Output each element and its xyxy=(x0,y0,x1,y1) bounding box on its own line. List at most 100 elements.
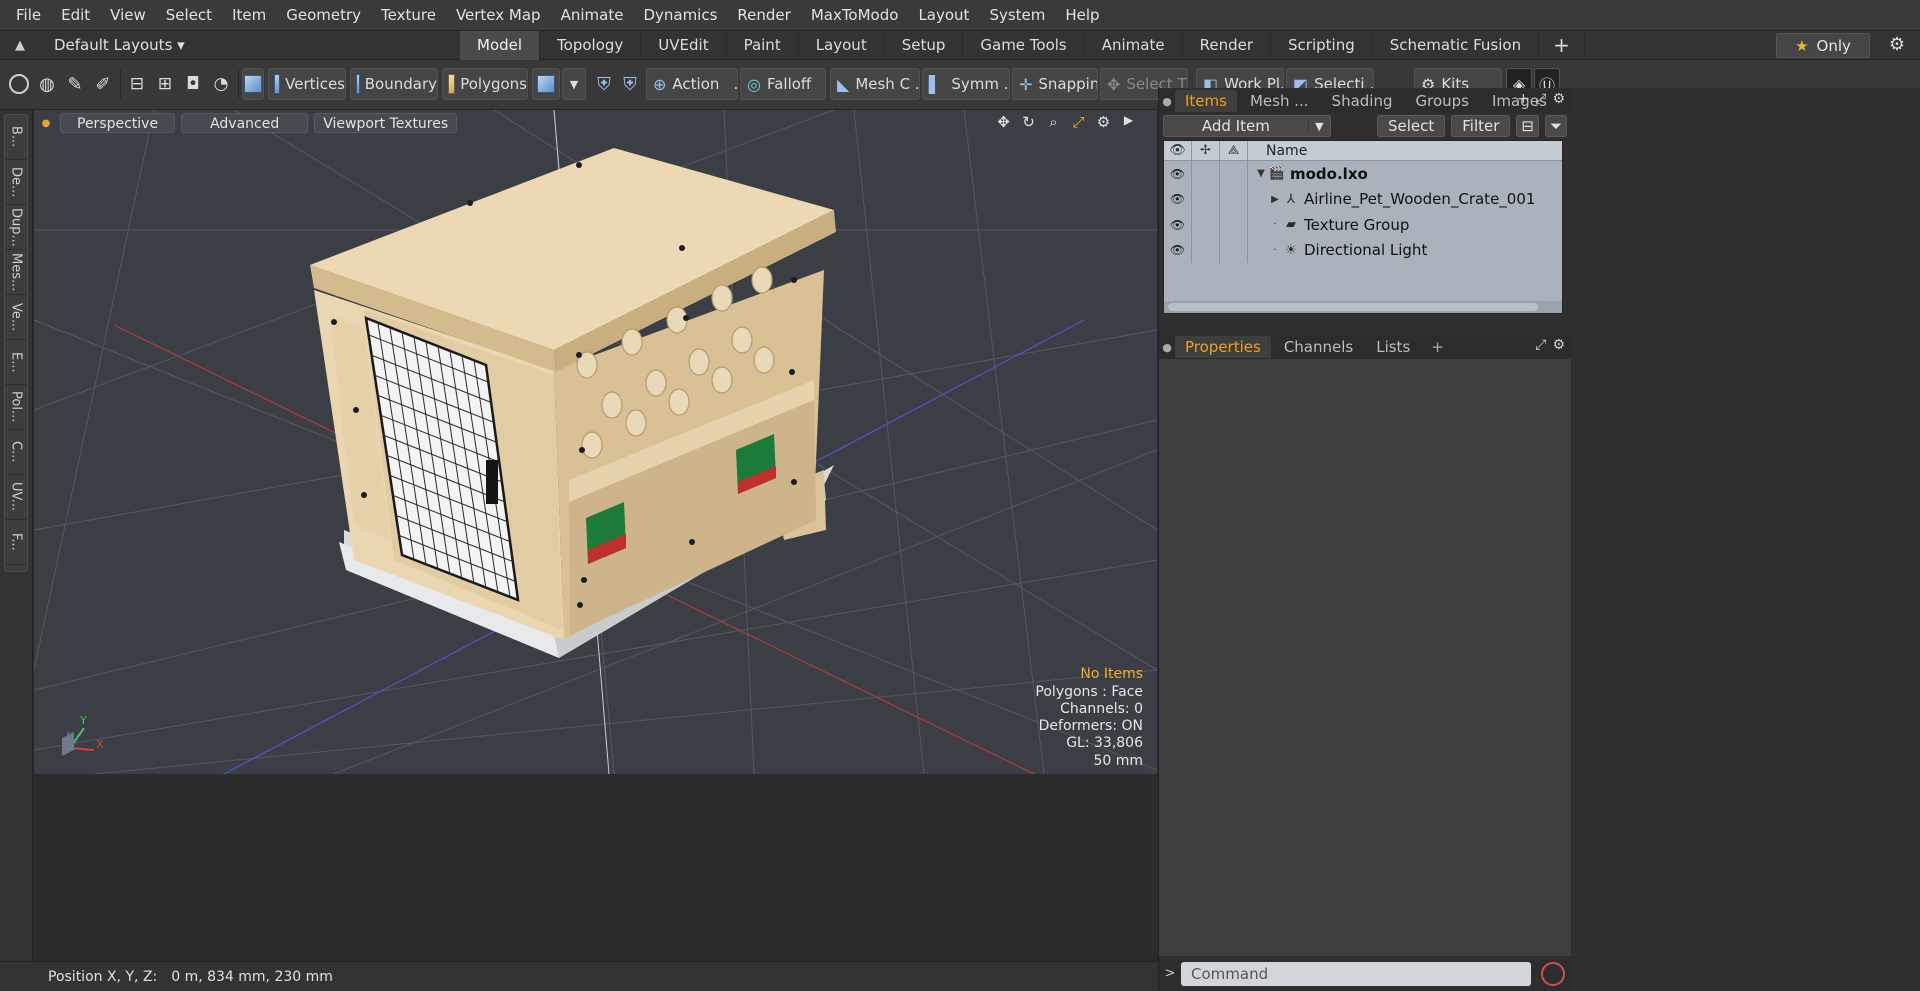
properties-settings-gear-icon[interactable]: ⚙ xyxy=(1552,337,1565,353)
lock-column-icon[interactable]: ✢ xyxy=(1192,141,1220,160)
vertices-mode-button[interactable]: Vertices xyxy=(268,68,346,100)
viewport-expand-arrow-icon[interactable]: ▶ xyxy=(1120,113,1137,131)
lock-cell[interactable] xyxy=(1192,186,1220,212)
only-toggle-button[interactable]: ★ Only xyxy=(1776,33,1870,58)
menu-system[interactable]: System xyxy=(979,0,1055,31)
tab-properties[interactable]: Properties xyxy=(1175,336,1271,358)
visibility-eye-icon[interactable]: 👁 xyxy=(1164,237,1192,263)
select-circle-tool-button[interactable] xyxy=(6,68,32,100)
left-tool-tab[interactable]: B... xyxy=(5,115,27,160)
rotate-view-icon[interactable]: ↻ xyxy=(1020,113,1037,131)
viewport-settings-gear-icon[interactable]: ⚙ xyxy=(1095,113,1112,131)
record-macro-icon[interactable] xyxy=(1541,961,1565,986)
left-tool-tab[interactable]: C... xyxy=(5,430,27,475)
left-tool-tab[interactable]: Mes... xyxy=(5,250,27,295)
shield-tool-button[interactable]: ⛨ xyxy=(592,68,616,100)
falloff-button[interactable]: ◎ Falloff xyxy=(740,68,826,100)
advanced-button[interactable]: Advanced xyxy=(181,113,309,133)
items-panel-menu-dot-icon[interactable]: ● xyxy=(1159,95,1175,108)
tab-animate[interactable]: Animate xyxy=(1085,30,1183,60)
grid-tool-button[interactable]: ⊞ xyxy=(152,68,178,100)
zoom-view-icon[interactable]: ⌕ xyxy=(1045,113,1062,131)
menu-dynamics[interactable]: Dynamics xyxy=(633,0,727,31)
tab-shading[interactable]: Shading xyxy=(1322,90,1403,112)
pen-tool-button[interactable]: ✎ xyxy=(62,68,88,100)
lock-cell[interactable] xyxy=(1192,237,1220,263)
tab-mesh[interactable]: Mesh ... xyxy=(1240,90,1319,112)
shield-ball-tool-button[interactable]: ⛨ xyxy=(618,68,642,100)
add-item-dropdown[interactable]: Add Item ▼ xyxy=(1163,115,1331,137)
menu-animate[interactable]: Animate xyxy=(551,0,634,31)
rotate-tool-button[interactable]: ◔ xyxy=(208,68,234,100)
boundary-mode-button[interactable]: Boundary xyxy=(350,68,438,100)
list-item[interactable]: 👁 · ☀ Directional Light xyxy=(1164,237,1562,263)
tab-channels[interactable]: Channels xyxy=(1274,336,1363,358)
scrollbar-thumb[interactable] xyxy=(1168,303,1538,311)
polygons-mode-button[interactable]: Polygons xyxy=(442,68,528,100)
viewport-menu-dot-icon[interactable]: ● xyxy=(38,118,54,129)
mesh-constraint-button[interactable]: ◣ Mesh C ... xyxy=(830,68,920,100)
collapse-arrow-icon[interactable]: ▲ xyxy=(0,38,40,53)
tab-topology[interactable]: Topology xyxy=(540,30,642,60)
viewport-textures-button[interactable]: Viewport Textures xyxy=(314,113,458,133)
properties-panel-menu-dot-icon[interactable]: ● xyxy=(1159,341,1175,354)
select-button[interactable]: Select xyxy=(1376,115,1446,137)
left-tool-tab[interactable]: UV... xyxy=(5,475,27,520)
menu-render[interactable]: Render xyxy=(727,0,800,31)
visibility-eye-icon[interactable]: 👁 xyxy=(1164,212,1192,238)
visibility-eye-icon[interactable]: 👁 xyxy=(1164,186,1192,212)
render-cell[interactable] xyxy=(1220,161,1248,187)
add-layout-tab-icon[interactable]: + xyxy=(1539,30,1585,60)
panel-settings-gear-icon[interactable]: ⚙ xyxy=(1552,91,1565,107)
left-tool-tab[interactable]: De... xyxy=(5,160,27,205)
globe-tool-button[interactable]: ◍ xyxy=(34,68,60,100)
visibility-eye-icon[interactable]: 👁 xyxy=(1164,161,1192,187)
name-column-header[interactable]: Name xyxy=(1248,143,1307,159)
tab-lists[interactable]: Lists xyxy=(1366,336,1420,358)
3d-viewport[interactable]: ● Perspective Advanced Viewport Textures… xyxy=(34,110,1157,774)
lock-cell[interactable] xyxy=(1192,161,1220,187)
brush-tool-button[interactable]: ✐ xyxy=(90,68,116,100)
expand-triangle-icon[interactable]: ▼ xyxy=(1254,168,1268,179)
expand-triangle-icon[interactable]: ▶ xyxy=(1268,194,1282,205)
expand-panel-icon[interactable]: ⤢ xyxy=(1535,91,1546,107)
menu-select[interactable]: Select xyxy=(156,0,222,31)
tab-uvedit[interactable]: UVEdit xyxy=(641,30,727,60)
render-cell[interactable] xyxy=(1220,186,1248,212)
list-item[interactable]: 👁 · ▰ Texture Group xyxy=(1164,212,1562,238)
menu-vertex-map[interactable]: Vertex Map xyxy=(446,0,551,31)
tab-setup[interactable]: Setup xyxy=(885,30,964,60)
menu-geometry[interactable]: Geometry xyxy=(276,0,371,31)
left-tool-tab[interactable]: Pol... xyxy=(5,385,27,430)
tab-groups[interactable]: Groups xyxy=(1405,90,1478,112)
frame-tool-button[interactable]: ◘ xyxy=(180,68,206,100)
funnel-filter-icon[interactable]: ⏷ xyxy=(1544,115,1567,137)
symmetry-button[interactable]: ▌ Symm ... xyxy=(922,68,1010,100)
menu-help[interactable]: Help xyxy=(1055,0,1109,31)
lock-cell[interactable] xyxy=(1192,212,1220,238)
tab-items[interactable]: Items xyxy=(1175,90,1237,112)
move-view-icon[interactable]: ✥ xyxy=(995,113,1012,131)
render-column-icon[interactable]: ⟁ xyxy=(1220,141,1248,160)
left-tool-tab[interactable]: E... xyxy=(5,340,27,385)
tab-layout[interactable]: Layout xyxy=(799,30,885,60)
add-properties-tab-icon[interactable]: + xyxy=(1431,338,1444,356)
command-input[interactable]: Command xyxy=(1181,961,1531,986)
menu-texture[interactable]: Texture xyxy=(371,0,446,31)
align-tool-button[interactable]: ⊟ xyxy=(124,68,150,100)
settings-gear-icon[interactable]: ⚙ xyxy=(1882,34,1912,55)
render-cell[interactable] xyxy=(1220,237,1248,263)
tab-paint[interactable]: Paint xyxy=(727,30,799,60)
list-item[interactable]: 👁 ▼ 🎬 modo.lxo xyxy=(1164,161,1562,187)
items-horizontal-scrollbar[interactable] xyxy=(1164,301,1562,313)
tab-game-tools[interactable]: Game Tools xyxy=(963,30,1085,60)
default-layouts-dropdown[interactable]: Default Layouts ▾ xyxy=(40,36,460,54)
tab-scripting[interactable]: Scripting xyxy=(1271,30,1373,60)
left-tool-tab[interactable]: F... xyxy=(5,520,27,565)
left-tool-tab[interactable]: Ve... xyxy=(5,295,27,340)
item-mode-button[interactable] xyxy=(242,68,264,100)
visibility-column-eye-icon[interactable]: 👁 xyxy=(1164,141,1192,160)
action-center-button[interactable]: ⊕Action… xyxy=(646,68,738,100)
menu-item[interactable]: Item xyxy=(222,0,276,31)
material-mode-button[interactable] xyxy=(532,68,560,100)
